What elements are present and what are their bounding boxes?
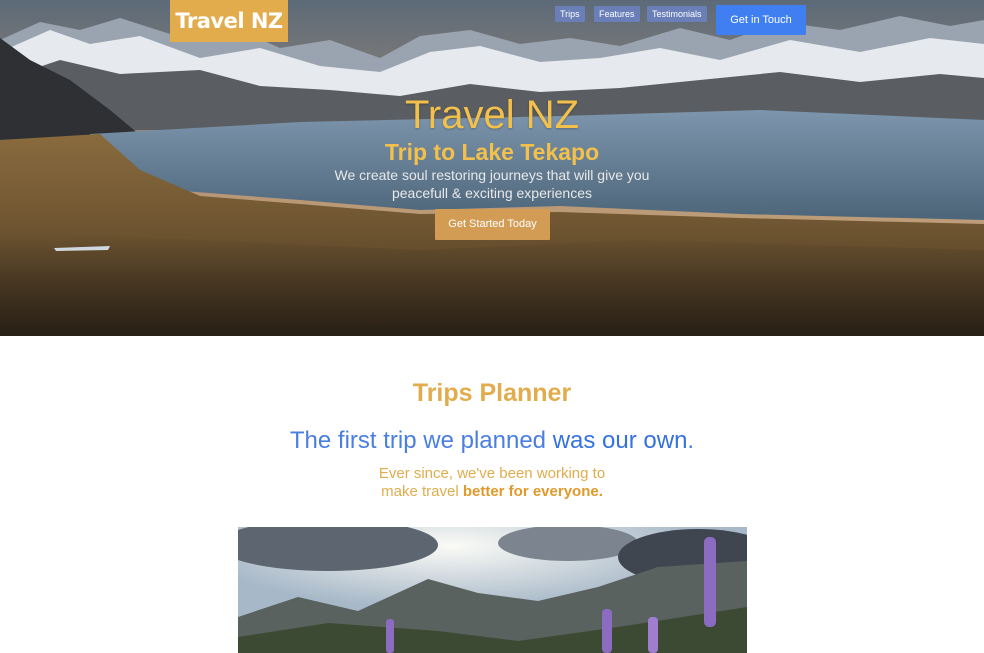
top-nav: Trips Features Testimonials bbox=[0, 5, 984, 37]
headline-emphasis: was our own bbox=[552, 427, 688, 454]
subline-emphasis: better for everyone. bbox=[462, 483, 603, 500]
nav-link-trips[interactable]: Trips bbox=[555, 6, 585, 22]
section-title: Trips Planner bbox=[412, 379, 572, 407]
planner-headline: The first trip we planned was our own. bbox=[0, 426, 984, 456]
hero-subtitle: Trip to Lake Tekapo bbox=[384, 139, 600, 165]
hero-title: Travel NZ bbox=[404, 93, 580, 137]
headline-text: The first trip we planned bbox=[289, 427, 553, 454]
planner-subline: Ever since, we've been working to make t… bbox=[0, 465, 984, 501]
feature-photo bbox=[238, 527, 747, 653]
headline-period: . bbox=[687, 427, 695, 454]
get-started-button[interactable]: Get Started Today bbox=[435, 209, 550, 240]
mountain-lupin-image bbox=[238, 527, 747, 653]
get-in-touch-button[interactable]: Get in Touch bbox=[716, 5, 806, 35]
nav-link-features[interactable]: Features bbox=[594, 6, 640, 22]
hero-tagline: We create soul restoring journeys that w… bbox=[334, 167, 650, 201]
nav-link-testimonials[interactable]: Testimonials bbox=[647, 6, 707, 22]
